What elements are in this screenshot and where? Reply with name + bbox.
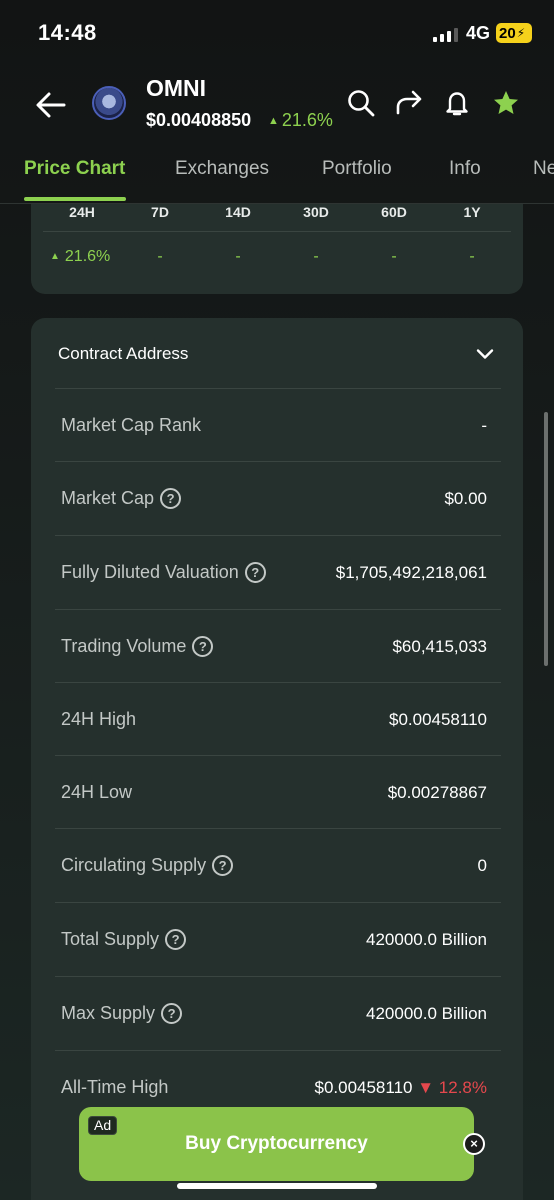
search-icon[interactable] xyxy=(346,88,376,118)
coin-name: OMNI xyxy=(146,75,207,101)
tab-price-chart[interactable]: Price Chart xyxy=(24,158,125,180)
price-change-header: 24H 7D 14D 30D 60D 1Y xyxy=(43,204,511,232)
help-icon[interactable]: ? xyxy=(161,1003,183,1024)
help-icon[interactable]: ? xyxy=(165,929,187,950)
stat-label-text: Max Supply xyxy=(61,1003,156,1023)
help-icon[interactable]: ? xyxy=(160,488,182,509)
ath-change: 12.8% xyxy=(438,1078,487,1097)
status-time: 14:48 xyxy=(38,20,97,45)
stat-label-text: Fully Diluted Valuation xyxy=(61,562,239,582)
period-header: 30D xyxy=(303,204,329,220)
stat-row-24h-high: 24H High $0.00458110 xyxy=(55,682,501,756)
market-stats-card: Contract Address Market Cap Rank - Marke… xyxy=(31,318,523,1200)
stat-label-text: 24H Low xyxy=(61,782,133,802)
stat-value: $60,415,033 xyxy=(392,637,487,656)
stat-row-24h-low: 24H Low $0.00278867 xyxy=(55,755,501,829)
star-icon[interactable] xyxy=(491,88,521,118)
stat-value: $1,705,492,218,061 xyxy=(335,563,487,582)
stat-label: Max Supply? xyxy=(61,1003,183,1024)
tab-news[interactable]: Ne xyxy=(533,158,554,180)
stat-label: All-Time High xyxy=(61,1077,168,1098)
stat-label-text: Circulating Supply xyxy=(61,855,207,875)
stat-label-text: 24H High xyxy=(61,709,137,729)
period-header: 14D xyxy=(225,204,251,220)
period-value: ▲ 21.6% xyxy=(43,248,133,266)
coin-change-value: 21.6% xyxy=(281,110,333,130)
tab-bar: Price Chart Exchanges Portfolio Info Ne xyxy=(0,140,554,204)
ath-price: $0.00458110 xyxy=(314,1078,413,1097)
share-icon[interactable] xyxy=(394,88,424,118)
stat-row-fully-diluted-valuation: Fully Diluted Valuation? $1,705,492,218,… xyxy=(55,535,501,609)
period-value: - xyxy=(235,248,241,265)
help-icon[interactable]: ? xyxy=(244,562,266,583)
stat-label-text: Trading Volume xyxy=(61,636,187,656)
stat-label: Trading Volume? xyxy=(61,636,214,657)
period-value: - xyxy=(313,248,319,265)
stat-value: $0.00278867 xyxy=(387,783,487,802)
stat-label: Fully Diluted Valuation? xyxy=(61,562,266,583)
period-header: 7D xyxy=(151,204,169,220)
stat-label: Market Cap? xyxy=(61,488,182,509)
coin-logo xyxy=(92,86,126,120)
buy-crypto-label: Buy Cryptocurrency xyxy=(185,1133,368,1154)
stat-label: Circulating Supply? xyxy=(61,855,234,876)
help-icon[interactable]: ? xyxy=(192,636,214,657)
up-triangle-icon: ▲ xyxy=(268,115,279,127)
coin-header: OMNI $0.00408850 ▲ 21.6% xyxy=(0,70,554,140)
contract-address-row[interactable]: Contract Address xyxy=(31,318,523,388)
stat-label: Market Cap Rank xyxy=(61,415,201,436)
stat-row-trading-volume: Trading Volume? $60,415,033 xyxy=(55,609,501,683)
stat-label: 24H High xyxy=(61,709,136,730)
period-value: - xyxy=(391,248,397,265)
stat-row-market-cap-rank: Market Cap Rank - xyxy=(55,388,501,462)
stat-value: 0 xyxy=(477,856,487,875)
buy-crypto-ad-banner[interactable]: Ad Buy Cryptocurrency × xyxy=(79,1107,485,1181)
stat-row-max-supply: Max Supply? 420000.0 Billion xyxy=(55,976,501,1050)
stat-value: 420000.0 Billion xyxy=(366,1004,487,1023)
period-header: 24H xyxy=(69,204,95,220)
stat-value: 420000.0 Billion xyxy=(366,930,487,949)
stat-value: - xyxy=(481,416,487,435)
period-value: - xyxy=(469,248,475,265)
battery-icon: 20 ⚡ xyxy=(496,23,532,43)
tab-portfolio[interactable]: Portfolio xyxy=(322,158,392,180)
stat-row-total-supply: Total Supply? 420000.0 Billion xyxy=(55,902,501,976)
active-tab-indicator xyxy=(24,197,126,201)
home-indicator[interactable] xyxy=(177,1183,377,1189)
stat-label-text: All-Time High xyxy=(61,1077,169,1097)
stat-value: $0.00 xyxy=(444,489,487,508)
stat-label-text: Total Supply xyxy=(61,929,160,949)
tab-info[interactable]: Info xyxy=(449,158,481,180)
stat-label-text: Market Cap Rank xyxy=(61,415,202,435)
stat-row-circulating-supply: Circulating Supply? 0 xyxy=(55,828,501,902)
status-bar: 14:48 4G 20 ⚡ xyxy=(0,0,554,70)
scrollbar[interactable] xyxy=(544,412,548,666)
period-value: - xyxy=(157,248,163,265)
stat-value: $0.00458110 xyxy=(388,710,487,729)
coin-price: $0.00408850 xyxy=(146,110,252,130)
up-triangle-icon: ▲ xyxy=(50,251,60,262)
signal-icon xyxy=(433,26,458,42)
price-change-table: 24H 7D 14D 30D 60D 1Y ▲ 21.6% - - - - - xyxy=(31,204,523,294)
bell-icon[interactable] xyxy=(442,88,472,118)
period-value-text: 21.6% xyxy=(64,248,111,265)
battery-level: 20 xyxy=(499,24,516,42)
stat-label-text: Market Cap xyxy=(61,488,155,508)
back-arrow-icon[interactable] xyxy=(34,88,68,122)
stat-row-market-cap: Market Cap? $0.00 xyxy=(55,461,501,535)
help-icon[interactable]: ? xyxy=(212,855,234,876)
stat-label: 24H Low xyxy=(61,782,132,803)
stat-label: Total Supply? xyxy=(61,929,187,950)
down-triangle-icon: ▼ xyxy=(417,1078,435,1097)
period-header: 1Y xyxy=(463,204,481,220)
coin-change: ▲ 21.6% xyxy=(268,110,333,131)
period-header: 60D xyxy=(381,204,407,220)
stat-value: $0.00458110 ▼ 12.8% xyxy=(314,1078,487,1098)
contract-address-label: Contract Address xyxy=(58,344,189,363)
tab-exchanges[interactable]: Exchanges xyxy=(175,158,269,180)
network-type: 4G xyxy=(466,23,491,43)
close-icon[interactable]: × xyxy=(463,1133,485,1155)
chevron-down-icon[interactable] xyxy=(475,344,495,364)
